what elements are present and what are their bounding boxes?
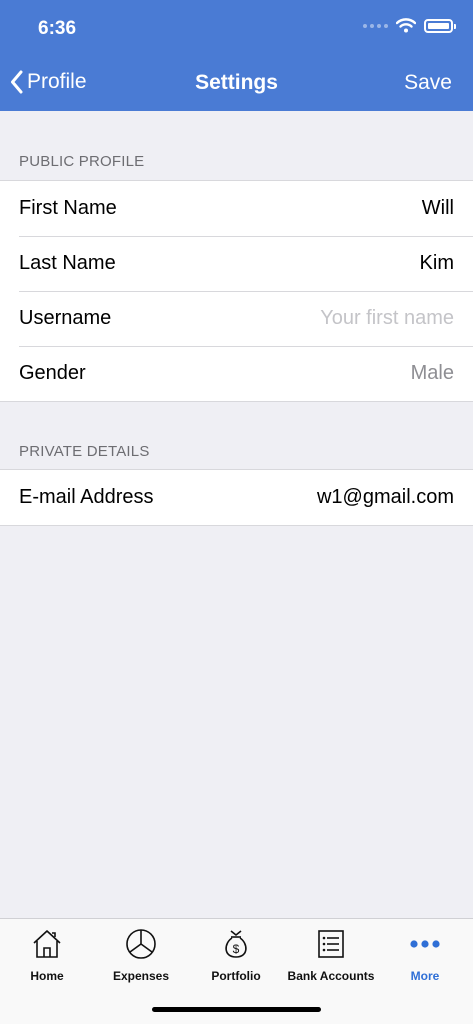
tab-expenses[interactable]: Expenses (94, 927, 188, 983)
tab-bank-accounts-label: Bank Accounts (287, 969, 375, 983)
email-label: E-mail Address (19, 486, 154, 508)
house-icon (31, 927, 63, 961)
tab-more-label: More (410, 969, 440, 983)
tab-home-label: Home (30, 969, 64, 983)
username-row[interactable]: Username Your first name (0, 291, 473, 346)
list-icon (315, 927, 347, 961)
navigation-header: 6:36 Profile Settings Save (0, 0, 473, 111)
save-button[interactable]: Save (404, 71, 452, 95)
pie-chart-icon (125, 927, 157, 961)
first-name-label: First Name (19, 197, 117, 219)
home-indicator (152, 1007, 321, 1012)
tab-more[interactable]: More (378, 927, 472, 983)
last-name-label: Last Name (19, 252, 116, 274)
back-button-label: Profile (27, 70, 87, 93)
more-dots-icon (408, 927, 442, 961)
back-button[interactable]: Profile (10, 70, 87, 94)
status-icons (363, 18, 456, 33)
money-bag-icon: $ (220, 927, 252, 961)
signal-dots-icon (363, 23, 388, 28)
last-name-value[interactable]: Kim (420, 252, 454, 275)
tab-expenses-label: Expenses (112, 969, 170, 983)
first-name-row[interactable]: First Name Will (0, 181, 473, 236)
username-field[interactable]: Your first name (320, 307, 454, 330)
wifi-icon (396, 18, 416, 33)
username-label: Username (19, 307, 112, 329)
tab-home[interactable]: Home (0, 927, 94, 983)
gender-row[interactable]: Gender Male (0, 346, 473, 401)
public-profile-group: First Name Will Last Name Kim Username Y… (0, 180, 473, 402)
gender-label: Gender (19, 362, 86, 384)
battery-icon (424, 18, 456, 33)
email-row[interactable]: E-mail Address w1@gmail.com (0, 470, 473, 525)
private-details-group: E-mail Address w1@gmail.com (0, 469, 473, 526)
first-name-value[interactable]: Will (422, 197, 454, 220)
tab-portfolio-label: Portfolio (211, 969, 261, 983)
section-header-private-details: PRIVATE DETAILS (19, 443, 150, 460)
last-name-row[interactable]: Last Name Kim (0, 236, 473, 291)
tab-bank-accounts[interactable]: Bank Accounts (284, 927, 378, 983)
svg-text:$: $ (233, 942, 240, 956)
gender-value[interactable]: Male (411, 362, 454, 385)
email-value[interactable]: w1@gmail.com (317, 486, 454, 509)
status-time: 6:36 (38, 18, 77, 39)
tab-portfolio[interactable]: $ Portfolio (189, 927, 283, 983)
chevron-left-icon (11, 70, 23, 94)
section-header-public-profile: PUBLIC PROFILE (19, 153, 145, 170)
